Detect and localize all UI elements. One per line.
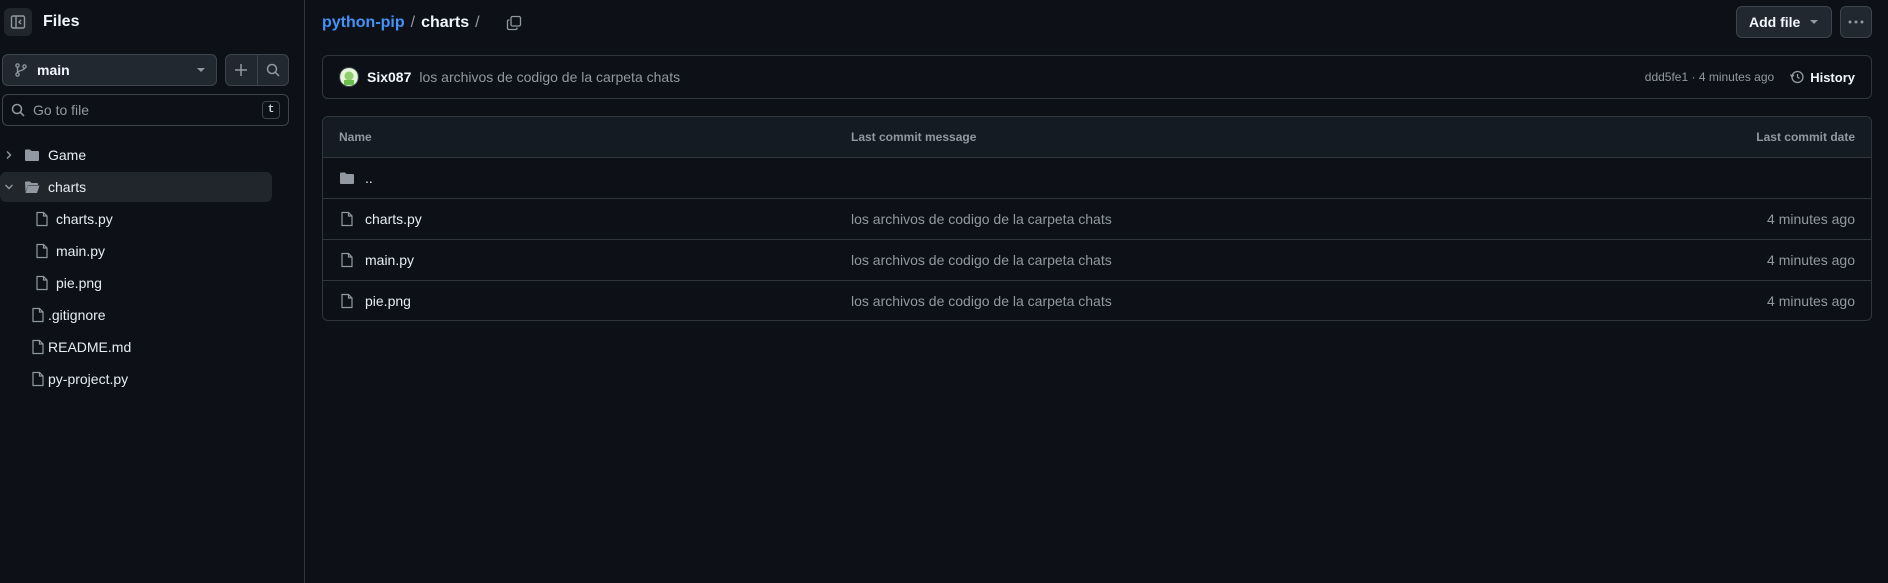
file-name-link[interactable]: charts.py: [365, 211, 422, 227]
file-table: Name Last commit message Last commit dat…: [322, 116, 1872, 321]
file-icon: [34, 243, 50, 259]
parent-directory-row[interactable]: ..: [323, 158, 1871, 199]
branch-name: main: [37, 62, 70, 78]
tree-file-item[interactable]: .gitignore: [0, 300, 272, 330]
search-code-button[interactable]: [256, 55, 289, 85]
sidebar-actions: [225, 54, 289, 86]
latest-commit-bar: Six087 los archivos de codigo de la carp…: [322, 55, 1872, 99]
file-commit-date: 4 minutes ago: [1767, 211, 1855, 227]
column-header-date: Last commit date: [1756, 130, 1855, 144]
tree-file-item[interactable]: py-project.py: [0, 364, 272, 394]
breadcrumb-current-folder: charts: [421, 14, 470, 31]
sidebar-title: Files: [43, 13, 80, 30]
file-commit-date: 4 minutes ago: [1767, 293, 1855, 309]
caret-down-icon: [197, 68, 205, 72]
table-header-row: Name Last commit message Last commit dat…: [323, 117, 1871, 158]
plus-icon: [235, 64, 248, 76]
go-to-file-input[interactable]: [33, 102, 262, 118]
file-tree-sidebar: Files main Go to file t Game charts char…: [0, 0, 305, 583]
tree-item-label: charts: [48, 179, 87, 195]
file-commit-message-link[interactable]: los archivos de codigo de la carpeta cha…: [851, 252, 1112, 268]
more-options-button[interactable]: [1840, 6, 1872, 38]
commit-hash-and-time[interactable]: ddd5fe1 · 4 minutes ago: [1645, 70, 1774, 84]
file-commit-date: 4 minutes ago: [1767, 252, 1855, 268]
file-icon: [339, 211, 355, 227]
file-icon: [34, 275, 50, 291]
chevron-right-icon[interactable]: [4, 150, 14, 160]
column-header-name: Name: [339, 130, 372, 144]
tree-item-label: py-project.py: [48, 371, 129, 387]
tree-item-label: Game: [48, 147, 87, 163]
add-file-sidebar-button[interactable]: [226, 55, 257, 85]
tree-file-item[interactable]: pie.png: [0, 268, 272, 298]
file-icon: [30, 371, 46, 387]
file-icon: [30, 339, 46, 355]
kebab-horizontal-icon: [1848, 20, 1864, 24]
folder-icon: [339, 170, 355, 186]
search-icon: [11, 103, 25, 117]
tree-file-item[interactable]: charts.py: [0, 204, 272, 234]
avatar[interactable]: [339, 67, 359, 87]
search-icon: [266, 63, 280, 77]
folder-icon: [24, 147, 40, 163]
tree-folder-item[interactable]: Game: [0, 140, 272, 170]
add-file-label: Add file: [1749, 14, 1801, 30]
table-row[interactable]: main.py los archivos de codigo de la carp…: [323, 240, 1871, 281]
history-clock-icon: [1790, 70, 1804, 84]
tree-item-label: README.md: [48, 339, 132, 355]
tree-item-label: main.py: [56, 243, 106, 259]
keyboard-shortcut-badge: t: [262, 101, 280, 119]
caret-down-icon: [1810, 20, 1818, 24]
history-label: History: [1810, 69, 1855, 85]
tree-folder-item[interactable]: charts: [0, 172, 272, 202]
tree-item-label: charts.py: [56, 211, 113, 227]
history-button[interactable]: History: [1790, 70, 1855, 85]
tree-file-item[interactable]: main.py: [0, 236, 272, 266]
sidebar-collapse-icon: [10, 15, 26, 29]
breadcrumb-repo-link[interactable]: python-pip: [322, 14, 405, 32]
table-row[interactable]: charts.py los archivos de codigo de la ca…: [323, 199, 1871, 240]
file-icon: [339, 252, 355, 268]
tree-item-label: pie.png: [56, 275, 102, 291]
column-header-message: Last commit message: [851, 130, 977, 144]
collapse-sidebar-button[interactable]: [4, 8, 32, 36]
tree-file-item[interactable]: README.md: [0, 332, 272, 362]
sidebar-header: Files: [4, 8, 79, 36]
copy-icon: [506, 15, 521, 31]
file-commit-message-link[interactable]: los archivos de codigo de la carpeta cha…: [851, 211, 1112, 227]
chevron-down-icon[interactable]: [4, 182, 14, 192]
file-name-link[interactable]: main.py: [365, 252, 414, 268]
tree-item-label: .gitignore: [48, 307, 106, 323]
file-commit-message-link[interactable]: los archivos de codigo de la carpeta cha…: [851, 293, 1112, 309]
app-root: Files main Go to file t Game charts char…: [0, 0, 1888, 583]
commit-message-link[interactable]: los archivos de codigo de la carpeta cha…: [419, 69, 680, 85]
git-branch-icon: [15, 63, 27, 77]
folder-open-icon: [24, 179, 40, 195]
breadcrumb-separator: /: [410, 14, 416, 31]
add-file-button[interactable]: Add file: [1736, 6, 1832, 38]
file-name-link[interactable]: pie.png: [365, 293, 411, 309]
avatar-identicon: [341, 69, 357, 85]
commit-author-link[interactable]: Six087: [367, 69, 411, 85]
go-to-file-field[interactable]: t: [2, 94, 289, 126]
main-content: python-pip / charts / Add file Six087 lo…: [305, 0, 1888, 583]
parent-directory-link[interactable]: ..: [365, 170, 373, 186]
branch-selector-button[interactable]: main: [2, 54, 217, 86]
table-row[interactable]: pie.png los archivos de codigo de la carp…: [323, 281, 1871, 320]
file-icon: [34, 211, 50, 227]
copy-path-button[interactable]: [500, 9, 528, 37]
file-icon: [339, 293, 355, 309]
breadcrumb-trailing-separator: /: [475, 14, 480, 31]
file-icon: [30, 307, 46, 323]
breadcrumb: python-pip / charts /: [322, 11, 528, 35]
